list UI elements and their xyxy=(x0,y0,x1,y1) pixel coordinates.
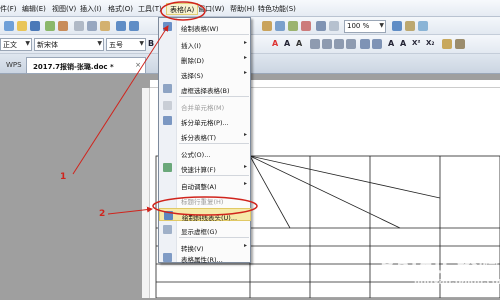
highlight-circle-diagonal-header xyxy=(152,196,258,216)
baidu-watermark: Baidu 经验 jingyan.baidu.com xyxy=(380,250,500,287)
arrow-step2 xyxy=(107,206,153,215)
highlight-circle-table-menu xyxy=(160,1,206,21)
step-number-2: 2 xyxy=(99,209,106,219)
arrow-step1 xyxy=(72,25,169,175)
watermark-sub: jingyan.baidu.com xyxy=(414,277,500,287)
step-number-1: 1 xyxy=(60,172,67,182)
watermark-main: Baidu 经验 xyxy=(380,254,500,278)
